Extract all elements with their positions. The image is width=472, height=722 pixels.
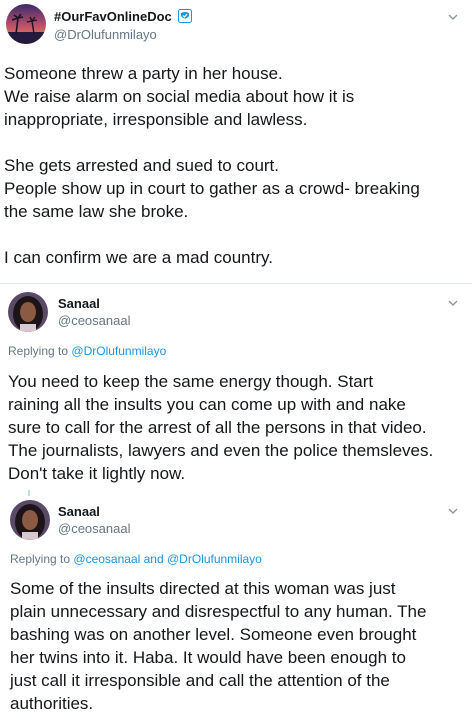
tweet-line: Someone threw a party in her house.	[4, 64, 283, 83]
user-handle[interactable]: @ceosanaal	[58, 313, 130, 328]
tweet-line: bashing was on another level. Someone ev…	[10, 625, 417, 644]
tweet-divider	[0, 283, 472, 284]
tweet-line	[4, 223, 420, 246]
replying-to: Replying to @ceosanaal and @DrOlufunmila…	[10, 552, 262, 566]
avatar-image-icon	[10, 500, 50, 540]
replying-to: Replying to @DrOlufunmilayo	[8, 344, 166, 358]
avatar-image-icon	[8, 292, 48, 332]
tweet-line: sure to call for the arrest of all the p…	[8, 418, 427, 437]
replying-to-label: Replying to	[10, 552, 71, 566]
avatar-sanaal[interactable]	[8, 292, 48, 332]
tweet-line: authorities.	[10, 694, 94, 713]
tweet-line: raining all the insults you can come up …	[8, 395, 406, 414]
tweet-line: the same law she broke.	[4, 202, 189, 221]
avatar-ourfavonlinedoc[interactable]	[6, 4, 46, 44]
user-handle[interactable]: @DrOlufunmilayo	[54, 27, 157, 42]
tweet-reply-1[interactable]: Sanaal @ceosanaal Replying to @DrOlufunm…	[0, 286, 472, 490]
tweet-original[interactable]: #OurFavOnlineDoc @DrOlufunmilayo Someone…	[0, 0, 472, 286]
tweet-line: plain unnecessary and disrespectful to a…	[10, 602, 427, 621]
tweet-text: Some of the insults directed at this wom…	[10, 577, 426, 715]
chevron-down-icon[interactable]	[446, 504, 460, 518]
display-name[interactable]: #OurFavOnlineDoc	[54, 9, 193, 24]
mention-link[interactable]: @ceosanaal and @DrOlufunmilayo	[73, 552, 261, 566]
tweet-line: She gets arrested and sued to court.	[4, 156, 280, 175]
verified-badge-icon	[178, 9, 193, 23]
tweet-line: just call it irresponsible and call the …	[10, 671, 390, 690]
tweet-text: You need to keep the same energy though.…	[8, 370, 433, 485]
avatar-image-icon	[6, 4, 46, 44]
user-handle[interactable]: @ceosanaal	[58, 521, 130, 536]
display-name[interactable]: Sanaal	[58, 296, 100, 311]
tweet-line: The journalists, lawyers and even the po…	[8, 441, 434, 460]
tweet-line: I can confirm we are a mad country.	[4, 248, 273, 267]
display-name-text[interactable]: #OurFavOnlineDoc	[54, 9, 172, 24]
tweet-line: her twins into it. Haba. It would have b…	[10, 648, 406, 667]
chevron-down-icon[interactable]	[446, 296, 460, 310]
tweet-reply-2[interactable]: Sanaal @ceosanaal Replying to @ceosanaal…	[0, 490, 472, 722]
tweet-line: Some of the insults directed at this wom…	[10, 579, 396, 598]
tweet-line	[4, 131, 420, 154]
chevron-down-icon[interactable]	[446, 10, 460, 24]
tweet-line: We raise alarm on social media about how…	[4, 87, 355, 106]
replying-to-label: Replying to	[8, 344, 69, 358]
display-name[interactable]: Sanaal	[58, 504, 100, 519]
avatar-sanaal[interactable]	[10, 500, 50, 540]
tweet-text: Someone threw a party in her house. We r…	[4, 62, 420, 269]
tweet-line: People show up in court to gather as a c…	[4, 179, 420, 198]
mention-link[interactable]: @DrOlufunmilayo	[71, 344, 166, 358]
tweet-line: Don't take it lightly now.	[8, 464, 186, 483]
tweet-thread: #OurFavOnlineDoc @DrOlufunmilayo Someone…	[0, 0, 472, 722]
tweet-line: You need to keep the same energy though.…	[8, 372, 374, 391]
thread-connector	[28, 490, 30, 496]
tweet-line: inappropriate, irresponsible and lawless…	[4, 110, 308, 129]
